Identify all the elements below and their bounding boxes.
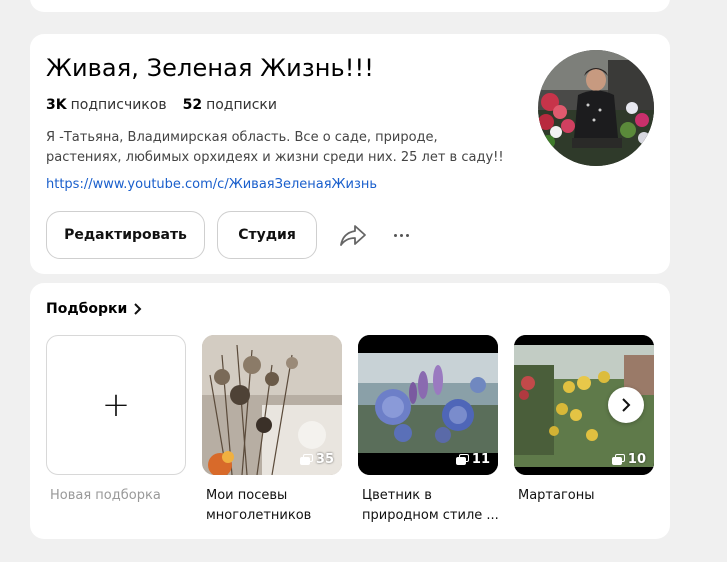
more-dots-icon[interactable] bbox=[390, 224, 412, 246]
chevron-right-icon bbox=[622, 398, 631, 412]
new-collection-tile[interactable]: + bbox=[46, 335, 186, 475]
collections-card: Подборки + 35 11 10 Новая подборка Мои п… bbox=[30, 283, 670, 539]
item-count: 10 bbox=[627, 452, 646, 467]
collections-title: Подборки bbox=[46, 301, 128, 317]
subscribers-label: подписчиков bbox=[70, 97, 167, 113]
channel-link[interactable]: https://www.youtube.com/c/ЖиваяЗеленаяЖи… bbox=[46, 177, 377, 192]
collection-title[interactable]: Цветник в природном стиле ... bbox=[362, 486, 502, 526]
chevron-right-icon bbox=[134, 303, 142, 315]
collection-title[interactable]: Мартагоны bbox=[518, 486, 658, 506]
collection-tile[interactable]: 11 bbox=[358, 335, 498, 475]
avatar[interactable] bbox=[538, 50, 654, 166]
item-count-badge: 11 bbox=[455, 452, 490, 467]
subscriptions-label: подписки bbox=[206, 97, 277, 113]
item-count: 35 bbox=[315, 452, 334, 467]
stack-icon bbox=[611, 454, 625, 465]
collection-title[interactable]: Мои посевы многолетников bbox=[206, 486, 346, 526]
subscribers-count: 3K bbox=[46, 97, 67, 113]
share-arrow-icon[interactable] bbox=[338, 222, 368, 248]
studio-button[interactable]: Студия bbox=[217, 211, 317, 259]
previous-card bbox=[30, 0, 670, 12]
channel-bio: Я -Татьяна, Владимирская область. Все о … bbox=[46, 130, 504, 165]
item-count-badge: 35 bbox=[299, 452, 334, 467]
edit-button[interactable]: Редактировать bbox=[46, 211, 205, 259]
carousel-next-button[interactable] bbox=[608, 387, 644, 423]
channel-stats: 3K подписчиков 52 подписки bbox=[46, 97, 277, 113]
item-count: 11 bbox=[471, 452, 490, 467]
channel-title: Живая, Зеленая Жизнь!!! bbox=[46, 54, 374, 82]
subscriptions-count: 52 bbox=[182, 97, 203, 113]
item-count-badge: 10 bbox=[611, 452, 646, 467]
avatar-photo bbox=[538, 50, 654, 166]
collections-header[interactable]: Подборки bbox=[46, 301, 143, 317]
stack-icon bbox=[299, 454, 313, 465]
new-collection-label[interactable]: Новая подборка bbox=[50, 486, 190, 506]
collection-tile[interactable]: 35 bbox=[202, 335, 342, 475]
channel-header-card: Живая, Зеленая Жизнь!!! 3K подписчиков 52… bbox=[30, 34, 670, 274]
subscriptions-stat[interactable]: 52 подписки bbox=[183, 97, 277, 113]
plus-icon: + bbox=[101, 385, 131, 425]
stack-icon bbox=[455, 454, 469, 465]
subscribers-stat[interactable]: 3K подписчиков bbox=[46, 97, 167, 113]
